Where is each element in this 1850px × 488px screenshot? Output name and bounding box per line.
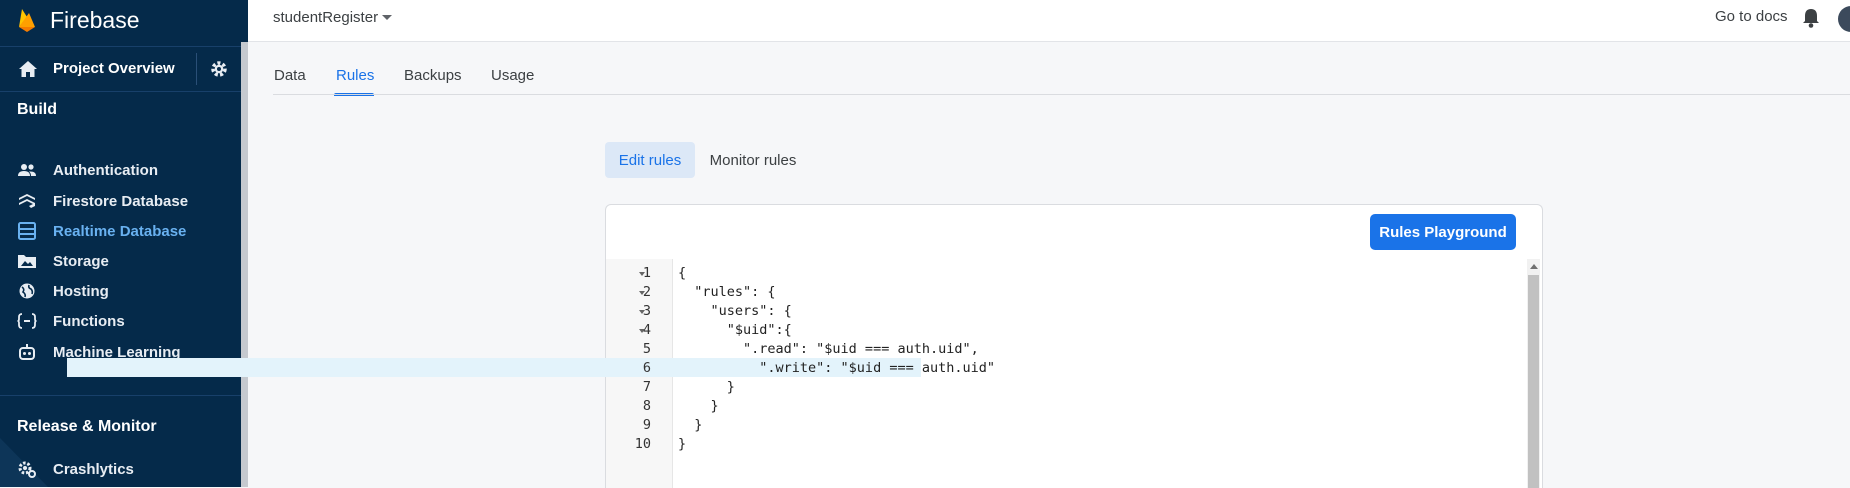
divider [196,53,197,85]
sidebar-scrollbar[interactable] [241,42,248,487]
release-monitor-heading: Release & Monitor [17,418,157,435]
sidebar-item-realtime-database[interactable]: Realtime Database [0,216,241,246]
code-line[interactable]: "users": { [678,303,792,319]
sidebar-item-label: Hosting [53,283,109,300]
avatar[interactable] [1838,6,1850,32]
scrollbar-thumb[interactable] [1528,275,1539,488]
brand-name: Firebase [50,6,140,33]
project-overview-row: Project Overview [0,46,241,92]
crashlytics-icon [18,461,36,478]
bell-icon[interactable] [1801,7,1821,29]
firestore-icon [19,194,35,208]
code-line[interactable]: ".read": "$uid === auth.uid", [678,341,979,357]
sidebar-item-label: Realtime Database [53,223,187,240]
code-line[interactable]: } [678,417,702,433]
line-number: 6 [642,360,651,376]
image-icon [18,255,36,268]
line-number: 8 [642,398,651,414]
tab-rules[interactable]: Rules [336,67,374,84]
code-line[interactable]: "$uid":{ [678,322,792,338]
sidebar-item-functions[interactable]: Functions [0,306,241,336]
sidebar-item-label: Storage [53,253,109,270]
code-line[interactable]: } [678,398,719,414]
globe-icon [19,283,35,299]
chevron-down-icon[interactable] [382,15,392,20]
tab-data[interactable]: Data [274,67,306,84]
editor-scrollbar[interactable] [1527,259,1540,488]
project-selector[interactable]: studentRegister [273,9,378,26]
sidebar-item-authentication[interactable]: Authentication [0,155,241,185]
sidebar-item-label: Firestore Database [53,193,189,210]
code-line[interactable]: } [678,379,735,395]
brand[interactable]: Firebase [16,3,139,37]
users-icon [18,164,36,176]
edit-rules-tab[interactable]: Edit rules [605,142,695,178]
sidebar-item-label: Crashlytics [53,461,134,478]
sidebar-item-label: Authentication [53,162,158,179]
sidebar-item-hosting[interactable]: Hosting [0,276,241,306]
database-icon [18,222,36,240]
divider [0,395,241,396]
tab-backups[interactable]: Backups [404,67,462,84]
tab-usage[interactable]: Usage [491,67,534,84]
line-number: 10 [634,436,651,452]
top-bar: studentRegister Go to docs [248,0,1850,42]
line-number: 7 [642,379,651,395]
sidebar: Firebase Project Overview Build Authenti… [0,0,248,487]
line-number: 9 [642,417,651,433]
line-number: 5 [642,341,651,357]
sidebar-item-storage[interactable]: Storage [0,246,241,276]
sidebar-item-firestore-database[interactable]: Firestore Database [0,186,241,216]
go-to-docs-link[interactable]: Go to docs [1715,8,1788,25]
divider [273,94,1850,95]
scrollbar-thumb[interactable] [241,42,248,487]
functions-icon [17,313,37,329]
fold-toggle-icon[interactable] [639,310,645,314]
firebase-logo-icon [19,9,35,32]
sidebar-item-label: Functions [53,313,125,330]
scroll-up-arrow-icon[interactable] [1530,264,1538,269]
code-line[interactable]: ".write": "$uid === auth.uid" [678,360,995,376]
build-heading: Build [17,101,57,118]
gear-icon[interactable] [209,59,229,79]
code-line[interactable]: "rules": { [678,284,775,300]
monitor-rules-tab[interactable]: Monitor rules [703,142,803,178]
rules-playground-button[interactable]: Rules Playground [1370,214,1516,250]
fold-toggle-icon[interactable] [639,272,645,276]
code-line[interactable]: { [678,265,686,281]
project-overview-link[interactable]: Project Overview [53,60,175,77]
sidebar-item-crashlytics[interactable]: Crashlytics [0,454,241,484]
home-icon[interactable] [18,60,38,78]
fold-toggle-icon[interactable] [639,291,645,295]
robot-icon [19,344,35,360]
code-line[interactable]: } [678,436,686,452]
fold-toggle-icon[interactable] [639,329,645,333]
